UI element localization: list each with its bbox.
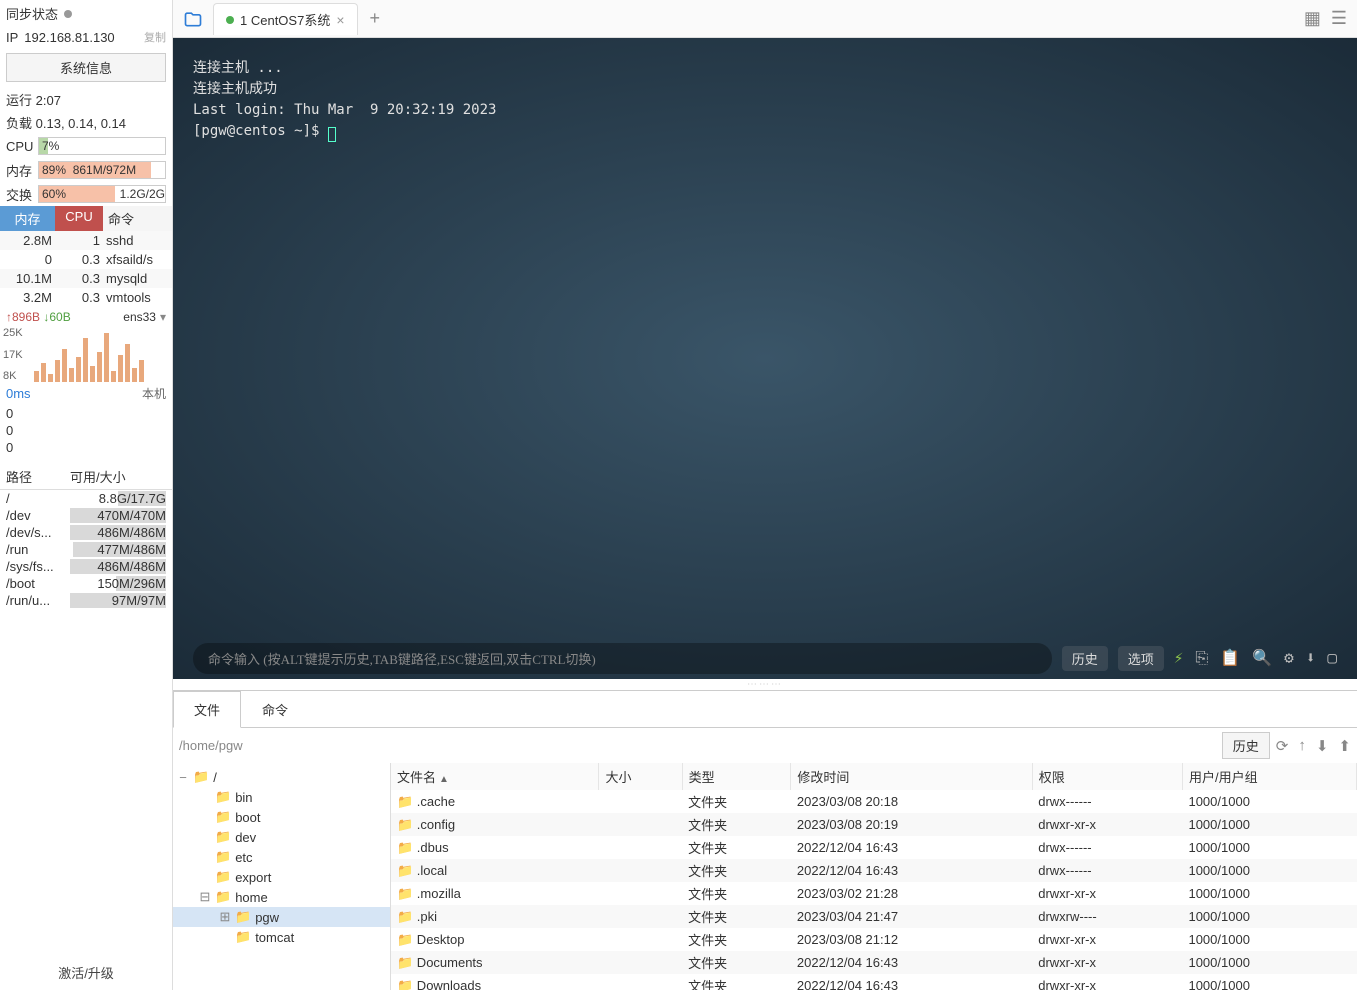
file-row[interactable]: 📁 .mozilla文件夹2023/03/02 21:28drwxr-xr-x1…	[391, 882, 1357, 905]
add-tab-button[interactable]: +	[358, 8, 393, 29]
network-graph: 25K 17K 8K	[0, 327, 172, 382]
uptime: 运行 2:07	[0, 88, 172, 111]
tab-file[interactable]: 文件	[173, 691, 241, 728]
sync-label: 同步状态	[6, 4, 58, 23]
disk-row[interactable]: /run/u...97M/97M	[0, 592, 172, 609]
directory-tree[interactable]: −📁/📁bin📁boot📁dev📁etc📁export⊟📁home⊞📁pgw📁t…	[173, 763, 391, 990]
terminal[interactable]: 连接主机 ...连接主机成功Last login: Thu Mar 9 20:3…	[173, 38, 1357, 679]
proc-row[interactable]: 10.1M0.3mysqld	[0, 269, 172, 288]
session-tab[interactable]: 1 CentOS7系统 ×	[213, 3, 358, 35]
file-panel-tabs: 文件 命令	[173, 691, 1357, 728]
close-tab-icon[interactable]: ×	[336, 12, 344, 28]
proc-hdr-cmd[interactable]: 命令	[103, 206, 172, 231]
latency-values: 0 0 0	[0, 405, 172, 456]
command-input[interactable]: 命令输入 (按ALT键提示历史,TAB键路径,ESC键返回,双击CTRL切换)	[193, 643, 1052, 674]
system-info-button[interactable]: 系统信息	[6, 53, 166, 82]
net-down: ↓60B	[43, 310, 70, 324]
bolt-icon[interactable]: ⚡	[1174, 648, 1184, 668]
swap-row: 交换 60%1.2G/2G	[0, 182, 172, 206]
resize-handle[interactable]: ⋯⋯⋯	[173, 679, 1357, 690]
ip-value: 192.168.81.130	[24, 30, 114, 45]
file-row[interactable]: 📁 Desktop文件夹2023/03/08 21:12drwxr-xr-x10…	[391, 928, 1357, 951]
cpu-row: CPU 7%	[0, 134, 172, 158]
tree-node[interactable]: 📁dev	[173, 827, 390, 847]
disk-hdr-path[interactable]: 路径	[6, 467, 70, 486]
proc-row[interactable]: 00.3xfsaild/s	[0, 250, 172, 269]
terminal-line: 连接主机成功	[193, 79, 1337, 100]
tree-node[interactable]: 📁boot	[173, 807, 390, 827]
sync-status: 同步状态	[0, 0, 172, 27]
tree-node[interactable]: −📁/	[173, 767, 390, 787]
proc-row[interactable]: 2.8M1sshd	[0, 231, 172, 250]
disk-hdr-size[interactable]: 可用/大小	[70, 467, 126, 486]
menu-icon[interactable]: ☰	[1331, 8, 1347, 29]
copy-icon[interactable]: ⎘	[1195, 648, 1208, 668]
tab-command[interactable]: 命令	[241, 691, 309, 728]
up-icon[interactable]: ↑	[1298, 737, 1306, 755]
col-filename[interactable]: 文件名▲	[391, 763, 599, 790]
disk-row[interactable]: /8.8G/17.7G	[0, 490, 172, 507]
disk-row[interactable]: /run477M/486M	[0, 541, 172, 558]
col-size[interactable]: 大小	[599, 763, 682, 790]
proc-hdr-mem[interactable]: 内存	[0, 206, 55, 231]
terminal-line: [pgw@centos ~]$	[193, 121, 1337, 142]
tree-node[interactable]: 📁etc	[173, 847, 390, 867]
terminal-history-button[interactable]: 历史	[1062, 646, 1108, 671]
process-table: 内存 CPU 命令 2.8M1sshd00.3xfsaild/s10.1M0.3…	[0, 206, 172, 307]
tree-node[interactable]: ⊞📁pgw	[173, 907, 390, 927]
terminal-line: 连接主机 ...	[193, 58, 1337, 79]
network-stats: ↑896B ↓60B ens33 ▾	[0, 307, 172, 327]
path-history-button[interactable]: 历史	[1222, 732, 1270, 759]
proc-row[interactable]: 3.2M0.3vmtools	[0, 288, 172, 307]
proc-hdr-cpu[interactable]: CPU	[55, 206, 103, 231]
tab-bar: 1 CentOS7系统 × + ▦ ☰	[173, 0, 1357, 38]
tree-node[interactable]: 📁export	[173, 867, 390, 887]
file-row[interactable]: 📁 Downloads文件夹2022/12/04 16:43drwxr-xr-x…	[391, 974, 1357, 990]
terminal-options-button[interactable]: 选项	[1118, 646, 1164, 671]
status-dot-icon	[226, 16, 234, 24]
folder-icon[interactable]	[173, 7, 213, 30]
disk-row[interactable]: /sys/fs...486M/486M	[0, 558, 172, 575]
col-type[interactable]: 类型	[682, 763, 791, 790]
paste-icon[interactable]: 📋	[1220, 648, 1240, 668]
tree-node[interactable]: 📁bin	[173, 787, 390, 807]
refresh-icon[interactable]: ⟳	[1276, 737, 1289, 755]
download-file-icon[interactable]: ⬇	[1316, 737, 1329, 755]
file-list[interactable]: 文件名▲ 大小 类型 修改时间 权限 用户/用户组 📁 .cache文件夹202…	[391, 763, 1357, 990]
download-icon[interactable]: ⬇	[1306, 648, 1316, 668]
upload-file-icon[interactable]: ⬆	[1338, 737, 1351, 755]
latency-row: 0ms 本机	[0, 382, 172, 405]
net-interface[interactable]: ens33	[123, 310, 156, 324]
net-up: ↑896B	[6, 310, 40, 324]
col-perm[interactable]: 权限	[1032, 763, 1182, 790]
col-owner[interactable]: 用户/用户组	[1182, 763, 1356, 790]
file-row[interactable]: 📁 .dbus文件夹2022/12/04 16:43drwx------1000…	[391, 836, 1357, 859]
file-row[interactable]: 📁 .pki文件夹2023/03/04 21:47drwxrw----1000/…	[391, 905, 1357, 928]
fullscreen-icon[interactable]: ▢	[1327, 648, 1337, 668]
sync-dot-icon	[64, 10, 72, 18]
col-mtime[interactable]: 修改时间	[791, 763, 1032, 790]
ip-row: IP 192.168.81.130 复制	[0, 27, 172, 47]
disk-row[interactable]: /dev/s...486M/486M	[0, 524, 172, 541]
copy-ip-button[interactable]: 复制	[144, 29, 166, 45]
path-input[interactable]: /home/pgw	[179, 738, 1216, 753]
file-row[interactable]: 📁 .config文件夹2023/03/08 20:19drwxr-xr-x10…	[391, 813, 1357, 836]
disk-table: 路径 可用/大小 /8.8G/17.7G/dev470M/470M/dev/s.…	[0, 464, 172, 609]
activate-upgrade-button[interactable]: 激活/升级	[0, 955, 172, 990]
terminal-line: Last login: Thu Mar 9 20:32:19 2023	[193, 100, 1337, 121]
file-row[interactable]: 📁 Documents文件夹2022/12/04 16:43drwxr-xr-x…	[391, 951, 1357, 974]
tree-node[interactable]: 📁tomcat	[173, 927, 390, 947]
file-row[interactable]: 📁 .local文件夹2022/12/04 16:43drwx------100…	[391, 859, 1357, 882]
ip-label: IP	[6, 30, 18, 45]
grid-view-icon[interactable]: ▦	[1304, 8, 1321, 29]
mem-row: 内存 89% 861M/972M	[0, 158, 172, 182]
load: 负载 0.13, 0.14, 0.14	[0, 111, 172, 134]
disk-row[interactable]: /dev470M/470M	[0, 507, 172, 524]
tab-label: 1 CentOS7系统	[240, 10, 330, 29]
file-row[interactable]: 📁 .cache文件夹2023/03/08 20:18drwx------100…	[391, 790, 1357, 813]
gear-icon[interactable]: ⚙	[1284, 648, 1294, 668]
disk-row[interactable]: /boot150M/296M	[0, 575, 172, 592]
tree-node[interactable]: ⊟📁home	[173, 887, 390, 907]
search-icon[interactable]: 🔍	[1252, 648, 1272, 668]
